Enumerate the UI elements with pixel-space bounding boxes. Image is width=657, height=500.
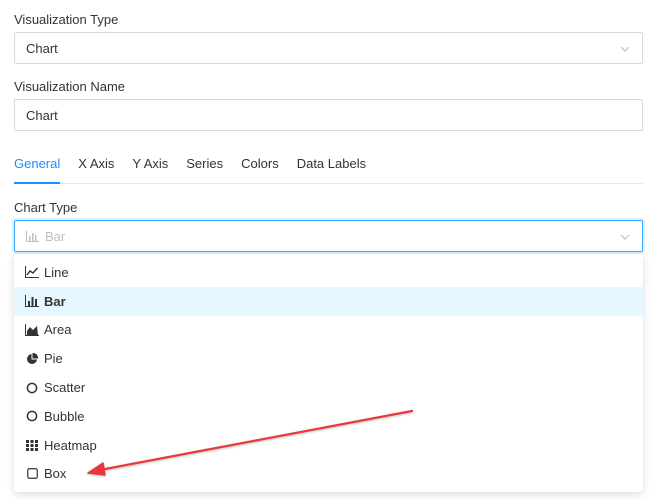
option-label: Heatmap xyxy=(44,437,97,453)
area-chart-icon xyxy=(25,323,39,337)
tab-x-axis[interactable]: X Axis xyxy=(78,146,114,184)
option-bubble[interactable]: Bubble xyxy=(14,402,643,431)
option-box[interactable]: Box xyxy=(14,460,643,489)
option-label: Scatter xyxy=(44,380,86,396)
heatmap-grid-icon xyxy=(25,438,39,452)
option-label: Box xyxy=(44,466,67,482)
chart-type-select[interactable]: Bar xyxy=(14,220,643,252)
viz-name-label: Visualization Name xyxy=(14,79,126,94)
option-label: Pie xyxy=(44,351,63,367)
scatter-circle-icon xyxy=(25,381,39,395)
viz-name-input[interactable]: Chart xyxy=(14,99,643,131)
settings-tabs: General X Axis Y Axis Series Colors Data… xyxy=(14,146,643,184)
viz-type-value: Chart xyxy=(26,40,58,56)
option-pie[interactable]: Pie xyxy=(14,344,643,373)
bar-chart-icon xyxy=(26,230,39,242)
box-square-icon xyxy=(25,467,39,481)
bubble-circle-icon xyxy=(25,409,39,423)
tab-colors[interactable]: Colors xyxy=(241,146,279,184)
chevron-down-icon xyxy=(620,46,630,52)
option-line[interactable]: Line xyxy=(14,258,643,287)
tab-y-axis[interactable]: Y Axis xyxy=(132,146,168,184)
option-heatmap[interactable]: Heatmap xyxy=(14,431,643,460)
pie-chart-icon xyxy=(25,352,39,366)
chevron-down-icon xyxy=(620,234,630,240)
chart-type-label: Chart Type xyxy=(14,200,78,215)
viz-type-select[interactable]: Chart xyxy=(14,32,643,64)
option-bar[interactable]: Bar xyxy=(14,286,643,316)
line-chart-icon xyxy=(25,265,39,279)
option-scatter[interactable]: Scatter xyxy=(14,373,643,402)
bar-chart-icon xyxy=(25,294,39,308)
chart-type-value: Bar xyxy=(45,228,66,244)
viz-type-label: Visualization Type xyxy=(14,12,119,27)
option-area[interactable]: Area xyxy=(14,316,643,345)
option-label: Bar xyxy=(44,293,66,309)
option-label: Area xyxy=(44,322,72,338)
viz-name-value: Chart xyxy=(26,107,58,123)
tab-series[interactable]: Series xyxy=(186,146,223,184)
chart-type-dropdown: Line Bar Area Pie Scatter Bubble Heatmap… xyxy=(14,254,643,492)
option-label: Bubble xyxy=(44,408,85,424)
tab-general[interactable]: General xyxy=(14,146,61,184)
tab-data-labels[interactable]: Data Labels xyxy=(297,146,366,184)
option-label: Line xyxy=(44,264,69,280)
